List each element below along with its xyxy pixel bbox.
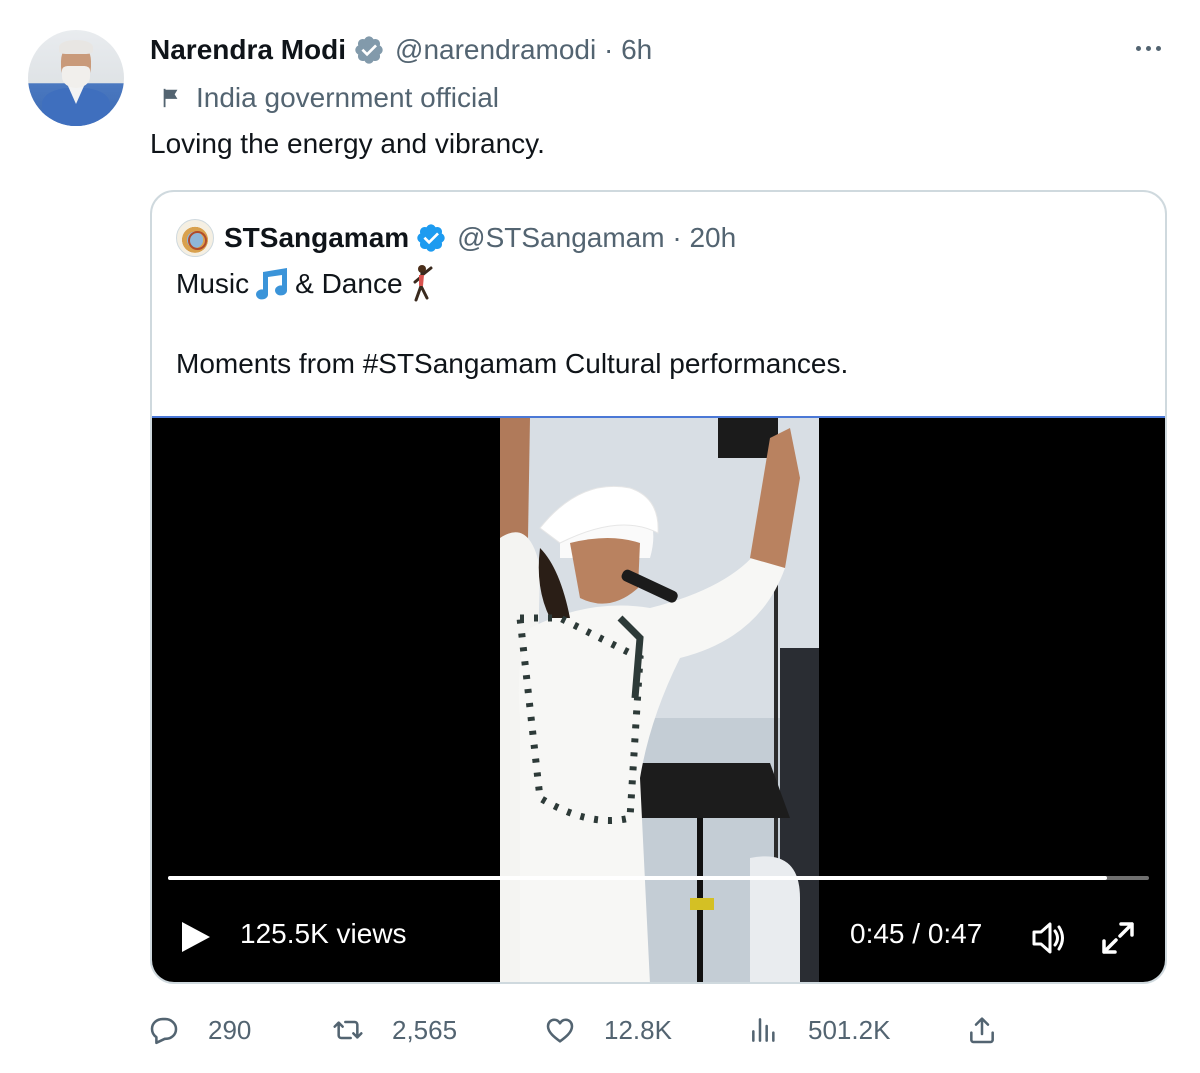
author-handle-time[interactable]: @narendramodi · 6h (395, 34, 652, 66)
tweet-actions: 290 2,565 12.8K 501.2K (148, 1008, 1008, 1052)
avatar-beard (62, 66, 90, 88)
video-progress-fill (168, 876, 1107, 880)
repost-button[interactable]: 2,565 (332, 1008, 457, 1052)
verified-badge-icon (417, 224, 445, 252)
affiliation-text: India government official (196, 82, 499, 113)
reply-count: 290 (208, 1014, 252, 1045)
share-icon (970, 1017, 994, 1044)
quoted-text-music: Music (176, 268, 250, 299)
video-views: 125.5K views (240, 918, 407, 949)
quoted-header: STSangamam @STSangamam · 20h (176, 219, 737, 257)
video-time: 0:45 / 0:47 (850, 918, 983, 949)
video-frame (500, 418, 819, 982)
author-name[interactable]: Narendra Modi (150, 34, 346, 66)
video-player[interactable]: 125.5K views 0:45 / 0:47 (152, 416, 1165, 982)
fullscreen-icon[interactable] (1098, 918, 1138, 958)
repost-icon (333, 1020, 363, 1040)
like-count: 12.8K (604, 1014, 672, 1045)
quoted-handle-time: @STSangamam · 20h (457, 222, 737, 253)
tweet-header: Narendra Modi @narendramodi · 6h (150, 30, 652, 70)
affiliation-label: India government official (160, 80, 499, 116)
avatar-hair (59, 40, 93, 54)
quoted-avatar (176, 219, 214, 257)
music-note-icon (256, 268, 288, 300)
like-button[interactable]: 12.8K (544, 1008, 672, 1052)
flag-icon (163, 88, 178, 108)
reply-button[interactable]: 290 (148, 1008, 251, 1052)
share-button[interactable] (966, 1008, 998, 1052)
volume-icon[interactable] (1028, 918, 1068, 958)
views-icon (752, 1018, 775, 1042)
more-icon[interactable] (1126, 32, 1170, 64)
verified-badge-icon (355, 36, 383, 64)
quoted-text-line2: Moments from #STSangamam Cultural perfor… (176, 348, 849, 379)
video-thumbnail (500, 418, 819, 982)
video-progress-bar[interactable] (168, 876, 1149, 880)
dancer-icon (413, 265, 433, 302)
reply-icon (150, 1017, 178, 1045)
quoted-text-line1: Music & Dance (176, 264, 437, 304)
like-icon (546, 1018, 574, 1043)
tweet-text: Loving the energy and vibrancy. (150, 128, 545, 159)
play-icon[interactable] (178, 920, 212, 954)
quoted-tweet[interactable]: STSangamam @STSangamam · 20h Music & Dan… (150, 190, 1167, 984)
author-avatar[interactable] (28, 30, 124, 126)
views-count: 501.2K (808, 1014, 891, 1045)
quoted-author-name: STSangamam (224, 222, 410, 253)
views-button[interactable]: 501.2K (748, 1008, 890, 1052)
quoted-text-dance: & Dance (295, 268, 403, 299)
repost-count: 2,565 (392, 1014, 458, 1045)
